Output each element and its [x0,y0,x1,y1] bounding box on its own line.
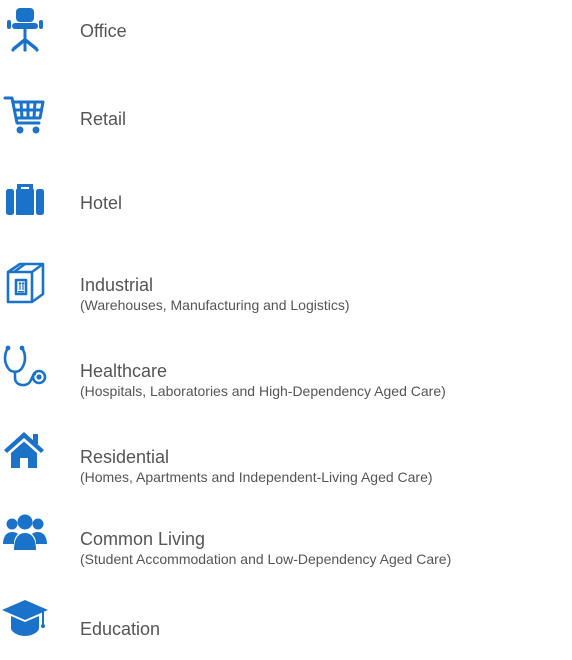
sector-item-retail: Retail [0,92,572,156]
sector-item-hotel: Hotel [0,176,572,240]
sector-subtitle: (Warehouses, Manufacturing and Logistics… [80,297,350,313]
sector-subtitle: (Homes, Apartments and Independent-Livin… [80,469,433,485]
sector-title: Hotel [80,193,123,213]
sector-title: Office [80,21,127,41]
shopping-cart-icon [2,92,48,138]
sector-subtitle: (Student Accommodation and Low-Dependenc… [80,551,452,567]
sector-title: Industrial [80,275,154,295]
stethoscope-icon [2,344,48,390]
sector-item-education: Education [0,596,572,660]
sector-item-common-living: Common Living (Student Accommodation and… [0,512,572,576]
sector-item-industrial: Industrial (Warehouses, Manufacturing an… [0,260,572,324]
sector-item-healthcare: Healthcare (Hospitals, Laboratories and … [0,344,572,408]
suitcase-icon [2,176,48,222]
sector-title: Common Living [80,529,206,549]
users-group-icon [2,512,48,558]
sector-list: Office Retail Hotel Industrial (Warehous… [0,0,572,642]
graduation-cap-icon [2,596,48,642]
sector-item-residential: Residential (Homes, Apartments and Indep… [0,428,572,492]
sector-subtitle: (Hospitals, Laboratories and High-Depend… [80,383,446,399]
house-icon [2,428,48,474]
sector-item-office: Office [0,6,572,70]
sector-title: Residential [80,447,170,467]
sector-title: Education [80,619,161,639]
sector-title: Healthcare [80,361,168,381]
package-box-icon [2,260,48,306]
office-chair-icon [2,6,48,52]
sector-title: Retail [80,109,127,129]
